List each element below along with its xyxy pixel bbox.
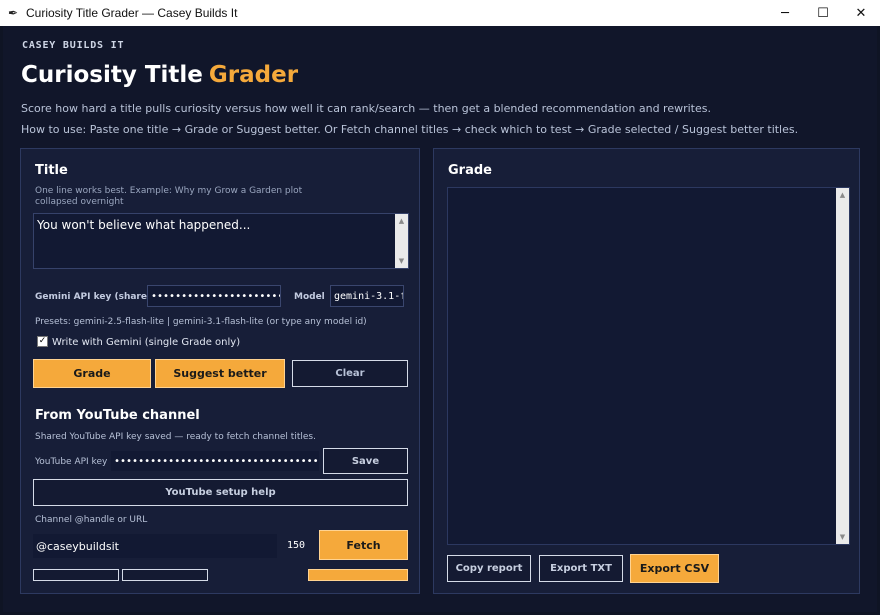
scroll-down-icon[interactable]: ▼ bbox=[395, 255, 408, 267]
clear-button[interactable]: Clear bbox=[292, 360, 408, 387]
scroll-down-icon[interactable]: ▼ bbox=[836, 531, 849, 543]
write-with-gemini-label: Write with Gemini (single Grade only) bbox=[52, 337, 241, 348]
channel-input[interactable]: @caseybuildsit bbox=[33, 534, 277, 558]
title-panel: Title One line works best. Example: Why … bbox=[20, 148, 420, 594]
youtube-setup-help-button[interactable]: YouTube setup help bbox=[33, 479, 408, 506]
minimize-icon[interactable]: ─ bbox=[766, 0, 804, 26]
close-icon[interactable]: ✕ bbox=[842, 0, 880, 26]
title-input[interactable]: You won't believe what happened... ▲ ▼ bbox=[33, 213, 409, 269]
title-accent: Grader bbox=[208, 62, 299, 88]
title-main: Curiosity Title bbox=[21, 62, 203, 88]
scroll-up-icon[interactable]: ▲ bbox=[836, 189, 849, 201]
model-field[interactable]: gemini-3.1-f bbox=[330, 285, 404, 307]
app-window: CASEY BUILDS IT Curiosity Title Grader Sc… bbox=[3, 26, 877, 612]
title-heading: Title bbox=[35, 163, 68, 178]
write-with-gemini-checkbox[interactable]: ✓ bbox=[37, 336, 48, 347]
grade-report-area[interactable]: ▲ ▼ bbox=[447, 187, 850, 545]
fetch-button[interactable]: Fetch bbox=[319, 530, 408, 560]
partial-button-1[interactable] bbox=[33, 569, 119, 581]
channel-label: Channel @handle or URL bbox=[35, 515, 148, 525]
max-results-value[interactable]: 150 bbox=[287, 540, 305, 551]
page-subtitle: Score how hard a title pulls curiosity v… bbox=[21, 102, 711, 115]
model-label: Model bbox=[294, 292, 325, 302]
brand-label: CASEY BUILDS IT bbox=[22, 40, 125, 51]
window-titlebar: ✒ Curiosity Title Grader — Casey Builds … bbox=[0, 0, 880, 26]
copy-report-button[interactable]: Copy report bbox=[447, 555, 531, 582]
how-to-text: How to use: Paste one title → Grade or S… bbox=[21, 123, 799, 136]
youtube-heading: From YouTube channel bbox=[35, 408, 200, 423]
maximize-icon[interactable]: ☐ bbox=[804, 0, 842, 26]
grade-panel: Grade ▲ ▼ Copy report Export TXT Export … bbox=[433, 148, 860, 594]
window-title: Curiosity Title Grader — Casey Builds It bbox=[26, 6, 238, 20]
scroll-up-icon[interactable]: ▲ bbox=[395, 215, 408, 227]
title-hint: One line works best. Example: Why my Gro… bbox=[35, 186, 303, 207]
presets-text: Presets: gemini-2.5-flash-lite | gemini-… bbox=[35, 317, 367, 327]
gemini-key-label: Gemini API key (shared) bbox=[35, 292, 158, 302]
window-controls: ─ ☐ ✕ bbox=[766, 0, 880, 26]
youtube-key-label: YouTube API key bbox=[35, 457, 108, 467]
grade-heading: Grade bbox=[448, 163, 492, 178]
youtube-status: Shared YouTube API key saved — ready to … bbox=[35, 432, 316, 442]
feather-icon: ✒ bbox=[7, 6, 19, 20]
youtube-key-field[interactable]: •••••••••••••••••••••••••••••••••• bbox=[111, 451, 319, 471]
partial-primary-button[interactable] bbox=[308, 569, 408, 581]
export-txt-button[interactable]: Export TXT bbox=[539, 555, 623, 582]
page-title: Curiosity Title Grader bbox=[21, 62, 298, 88]
title-input-value: You won't believe what happened... bbox=[37, 218, 251, 232]
grade-button[interactable]: Grade bbox=[33, 359, 151, 388]
export-csv-button[interactable]: Export CSV bbox=[630, 554, 719, 583]
title-scrollbar[interactable]: ▲ ▼ bbox=[395, 214, 408, 268]
partial-button-2[interactable] bbox=[122, 569, 208, 581]
report-scrollbar[interactable]: ▲ ▼ bbox=[836, 188, 849, 544]
save-button[interactable]: Save bbox=[323, 448, 408, 474]
gemini-key-field[interactable]: •••••••••••••••••••••• bbox=[147, 285, 281, 307]
suggest-better-button[interactable]: Suggest better bbox=[155, 359, 285, 388]
